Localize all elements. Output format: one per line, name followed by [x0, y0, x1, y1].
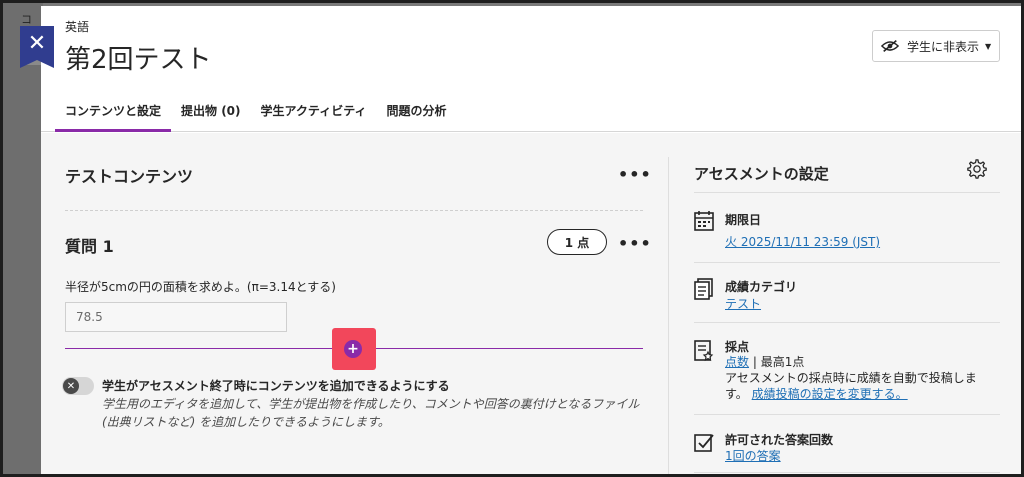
toggle-description: 学生用のエディタを追加して、学生が提出物を作成したり、コメントや回答の裏付けとな… — [102, 397, 640, 429]
tab-student-activity[interactable]: 学生アクティビティ — [251, 94, 377, 132]
allow-additional-content-toggle[interactable]: ✕ — [62, 377, 94, 395]
question-text: 半径が5cmの円の面積を求めよ。(π=3.14とする) — [65, 280, 336, 294]
tab-submissions[interactable]: 提出物 (0) — [171, 94, 251, 132]
grading-points-link[interactable]: 点数 — [725, 355, 749, 369]
settings-divider — [694, 192, 1000, 193]
close-icon: ✕ — [27, 30, 47, 56]
panel-content: テストコンテンツ ••• 質問 1 1 点 ••• 半径が5cmの円の面積を求め… — [41, 133, 1021, 474]
grading-description-block: アセスメントの採点時に成績を自動で投稿します。 成績投稿の設定を変更する。 — [725, 370, 995, 402]
checkbox-icon — [694, 434, 714, 452]
change-grade-posting-link[interactable]: 成績投稿の設定を変更する。 — [752, 387, 908, 401]
question-title: 質問 1 — [65, 237, 114, 256]
close-button-flag — [20, 60, 54, 68]
tab-question-analysis[interactable]: 問題の分析 — [376, 94, 456, 132]
calendar-icon — [694, 211, 714, 231]
add-content-button[interactable]: + — [344, 340, 362, 358]
points-button[interactable]: 1 点 — [547, 229, 607, 255]
eye-slash-icon — [881, 39, 899, 53]
settings-divider — [694, 472, 1000, 473]
content-more-button[interactable]: ••• — [618, 165, 652, 184]
tab-bar: コンテンツと設定 提出物 (0) 学生アクティビティ 問題の分析 — [55, 94, 457, 132]
tab-content-settings[interactable]: コンテンツと設定 — [55, 94, 172, 132]
grading-icon — [694, 340, 714, 362]
answer-field[interactable]: 78.5 — [65, 302, 287, 332]
panel-header: 英語 第2回テスト 学生に非表示 ▼ コンテンツと設定 提出物 (0) 学生アク… — [41, 6, 1021, 132]
breadcrumb[interactable]: 英語 — [65, 18, 89, 35]
page-title: 第2回テスト — [65, 45, 212, 75]
test-content-column: テストコンテンツ ••• 質問 1 1 点 ••• 半径が5cmの円の面積を求め… — [62, 133, 651, 474]
gear-icon[interactable] — [966, 158, 988, 180]
screenshot-frame: コ ✕ 英語 第2回テスト 学生に非表示 ▼ コンテンツと設定 提出物 (0) … — [0, 0, 1024, 477]
close-button[interactable]: ✕ — [20, 26, 54, 60]
attempts-link[interactable]: 1回の答案 — [725, 447, 781, 464]
attempts-label: 許可された答案回数 — [725, 433, 834, 447]
chevron-down-icon: ▼ — [985, 41, 992, 51]
settings-divider — [694, 414, 1000, 415]
grading-summary: 点数 | 最高1点 — [725, 354, 995, 370]
column-divider — [668, 157, 669, 474]
dashed-divider — [65, 210, 643, 211]
assessment-settings-column: アセスメントの設定 期限日 火 2025/11/11 23:59 (JST) 成… — [694, 133, 1000, 474]
question-more-button[interactable]: ••• — [618, 234, 652, 253]
settings-divider — [694, 322, 1000, 323]
document-icon — [694, 278, 713, 300]
toggle-label: 学生がアセスメント終了時にコンテンツを追加できるようにする — [102, 379, 450, 393]
plus-icon: + — [347, 341, 359, 357]
visibility-dropdown[interactable]: 学生に非表示 ▼ — [872, 30, 1000, 62]
visibility-label: 学生に非表示 — [907, 39, 980, 54]
due-date-label: 期限日 — [725, 213, 762, 227]
test-panel: 英語 第2回テスト 学生に非表示 ▼ コンテンツと設定 提出物 (0) 学生アク… — [41, 6, 1021, 474]
grade-category-label: 成績カテゴリ — [725, 280, 798, 294]
grade-category-link[interactable]: テスト — [725, 295, 761, 312]
section-title: テストコンテンツ — [65, 167, 194, 186]
grading-label: 採点 — [725, 340, 750, 354]
due-date-link[interactable]: 火 2025/11/11 23:59 (JST) — [725, 233, 880, 250]
settings-divider — [694, 262, 1000, 263]
grading-max-points: | 最高1点 — [749, 355, 805, 369]
background-text: コ — [21, 13, 32, 26]
toggle-off-icon: ✕ — [63, 378, 79, 394]
background-page — [3, 3, 43, 474]
settings-title: アセスメントの設定 — [694, 165, 829, 183]
